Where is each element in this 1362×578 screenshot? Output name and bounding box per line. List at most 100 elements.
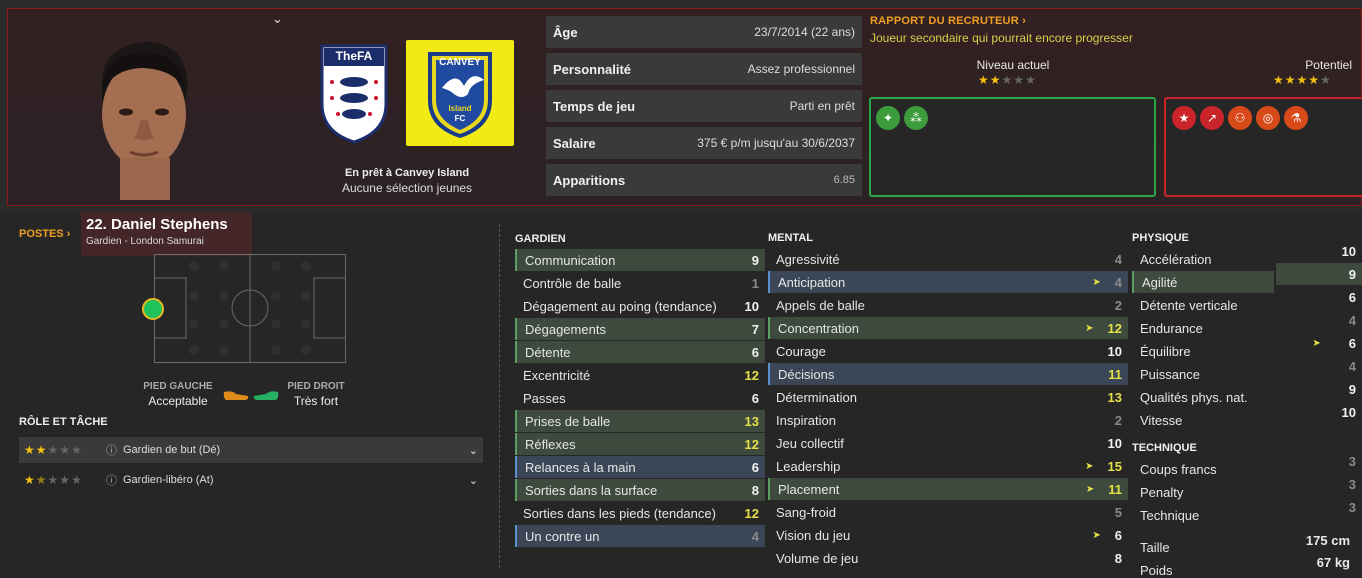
attribute-row[interactable]: Sang-froid 5 [768, 501, 1128, 523]
attribute-name: Relances à la main [525, 459, 636, 475]
attribute-name: Inspiration [776, 412, 836, 428]
attribute-name: Passes [523, 390, 566, 406]
current-ability-stars: ★★★★★ [978, 73, 1037, 87]
attribute-row[interactable]: Décisions 11 [768, 363, 1128, 385]
loan-status[interactable]: En prêt à Canvey Island [296, 167, 518, 179]
attribute-value-row: 3 [1276, 473, 1362, 495]
attribute-row[interactable]: Sorties dans les pieds (tendance) 12 [515, 502, 765, 524]
role-row[interactable]: ★★★★★ ⓘ Gardien-libéro (At) ⌄ [19, 467, 483, 493]
attribute-row[interactable]: Courage 10 [768, 340, 1128, 362]
attribute-value: 5 [1114, 504, 1122, 520]
attribute-row[interactable]: Agilité [1132, 271, 1274, 293]
attribute-row[interactable]: Excentricité 12 [515, 364, 765, 386]
attribute-value-row: ➤ 6 [1276, 332, 1362, 354]
info-key: Âge [553, 24, 578, 40]
attribute-row[interactable]: Appels de balle 2 [768, 294, 1128, 316]
attribute-row[interactable]: Technique [1132, 504, 1274, 526]
attribute-row[interactable]: Leadership ➤ 15 [768, 455, 1128, 477]
flask-icon[interactable]: ⚗ [1284, 106, 1308, 130]
attribute-value-row: 9 [1276, 378, 1362, 400]
scout-report-link[interactable]: RAPPORT DU RECRUTEUR › [870, 15, 1026, 27]
star-full-icon: ★ [24, 473, 36, 487]
chevron-down-icon[interactable]: ⌄ [469, 444, 478, 457]
attribute-row[interactable]: Un contre un 4 [515, 525, 765, 547]
attribute-row[interactable]: Communication 9 [515, 249, 765, 271]
player-name-plate: 22. Daniel Stephens Gardien - London Sam… [81, 212, 252, 256]
physical-attribute-names: Accélération Agilité Détente verticale Endu… [1132, 248, 1274, 432]
attribute-value: 10 [1107, 435, 1122, 451]
team-icon[interactable]: ⚇ [1228, 106, 1252, 130]
attribute-row[interactable]: Détente verticale [1132, 294, 1274, 316]
attribute-row[interactable]: Anticipation ➤ 4 [768, 271, 1128, 293]
attribute-value: 3 [1348, 476, 1356, 492]
brain-icon[interactable]: ✦ [876, 106, 900, 130]
info-key: Temps de jeu [553, 98, 636, 114]
attribute-row[interactable]: Passes 6 [515, 387, 765, 409]
attribute-row[interactable]: Vision du jeu ➤ 6 [768, 524, 1128, 546]
goalkeeping-header: GARDIEN [515, 233, 566, 245]
attribute-row[interactable]: Contrôle de balle 1 [515, 272, 765, 294]
info-icon[interactable]: ⓘ [106, 442, 117, 458]
attribute-name: Sang-froid [776, 504, 836, 520]
technical-attribute-names: Coups francs Penalty Technique [1132, 458, 1274, 527]
footsteps-icon[interactable]: ⁂ [904, 106, 928, 130]
goalkeeper-position-marker[interactable] [142, 298, 164, 320]
attribute-row[interactable]: Puissance [1132, 363, 1274, 385]
attribute-row[interactable]: Détente 6 [515, 341, 765, 363]
attribute-row[interactable]: Inspiration 2 [768, 409, 1128, 431]
attribute-row[interactable]: Jeu collectif 10 [768, 432, 1128, 454]
attribute-row[interactable]: Penalty [1132, 481, 1274, 503]
chevron-down-icon[interactable]: ⌄ [272, 11, 283, 27]
attribute-row[interactable]: Dégagements 7 [515, 318, 765, 340]
info-key: Personnalité [553, 61, 632, 77]
attribute-name: Puissance [1140, 366, 1200, 382]
attribute-value: 10 [1341, 404, 1356, 420]
info-row-appearances[interactable]: Apparitions 6.85 [546, 164, 862, 196]
attribute-value: 7 [751, 321, 759, 337]
player-name: 22. Daniel Stephens [86, 216, 228, 233]
attribute-name: Jeu collectif [776, 435, 844, 451]
attribute-row[interactable]: Concentration ➤ 12 [768, 317, 1128, 339]
attribute-name: Détermination [776, 389, 857, 405]
star-full-icon: ★ [978, 73, 990, 87]
attribute-name: Excentricité [523, 367, 591, 383]
star-empty-icon: ★ [1320, 73, 1332, 87]
club-logo-text-2: Island [448, 104, 472, 113]
attribute-row[interactable]: Dégagement au poing (tendance) 10 [515, 295, 765, 317]
positions-link[interactable]: POSTES › [19, 228, 70, 240]
role-row[interactable]: ★★★★★ ⓘ Gardien de but (Dé) ⌄ [19, 437, 483, 463]
attribute-row[interactable]: Prises de balle 13 [515, 410, 765, 432]
attribute-row[interactable]: Équilibre [1132, 340, 1274, 362]
attribute-value-row: 9 [1276, 263, 1362, 285]
attribute-value: 6 [751, 390, 759, 406]
attribute-name: Qualités phys. nat. [1140, 389, 1248, 405]
height-value: 175 cm [1305, 533, 1350, 548]
attribute-row[interactable]: Relances à la main 6 [515, 456, 765, 478]
attribute-value: 6 [751, 459, 759, 475]
left-foot-label: PIED GAUCHE [143, 381, 213, 392]
star-icon[interactable]: ★ [1172, 106, 1196, 130]
attribute-row[interactable]: Placement ➤ 11 [768, 478, 1128, 500]
attribute-row[interactable]: Accélération [1132, 248, 1274, 270]
target-icon[interactable]: ◎ [1256, 106, 1280, 130]
attribute-row[interactable]: Détermination 13 [768, 386, 1128, 408]
chevron-down-icon[interactable]: ⌄ [469, 474, 478, 487]
attribute-row[interactable]: Agressivité 4 [768, 248, 1128, 270]
attribute-row[interactable]: Coups francs [1132, 458, 1274, 480]
star-full-icon: ★ [1296, 73, 1309, 87]
attribute-row[interactable]: Endurance [1132, 317, 1274, 339]
info-value: Parti en prêt [789, 99, 855, 113]
attribute-name: Courage [776, 343, 826, 359]
attribute-row[interactable]: Sorties dans la surface 8 [515, 479, 765, 501]
attribute-row[interactable]: Qualités phys. nat. [1132, 386, 1274, 408]
info-icon[interactable]: ⓘ [106, 472, 117, 488]
mental-attributes: Agressivité 4 Anticipation ➤ 4 Appels de ball… [768, 248, 1128, 570]
trend-up-icon[interactable]: ↗ [1200, 106, 1224, 130]
right-foot-label: PIED DROIT [287, 381, 345, 392]
attribute-row[interactable]: Réflexes 12 [515, 433, 765, 455]
attribute-name: Leadership [776, 458, 841, 474]
attribute-name: Penalty [1140, 484, 1184, 500]
attribute-row[interactable]: Volume de jeu 8 [768, 547, 1128, 569]
star-full-icon: ★ [1284, 73, 1297, 87]
attribute-row[interactable]: Vitesse [1132, 409, 1274, 431]
